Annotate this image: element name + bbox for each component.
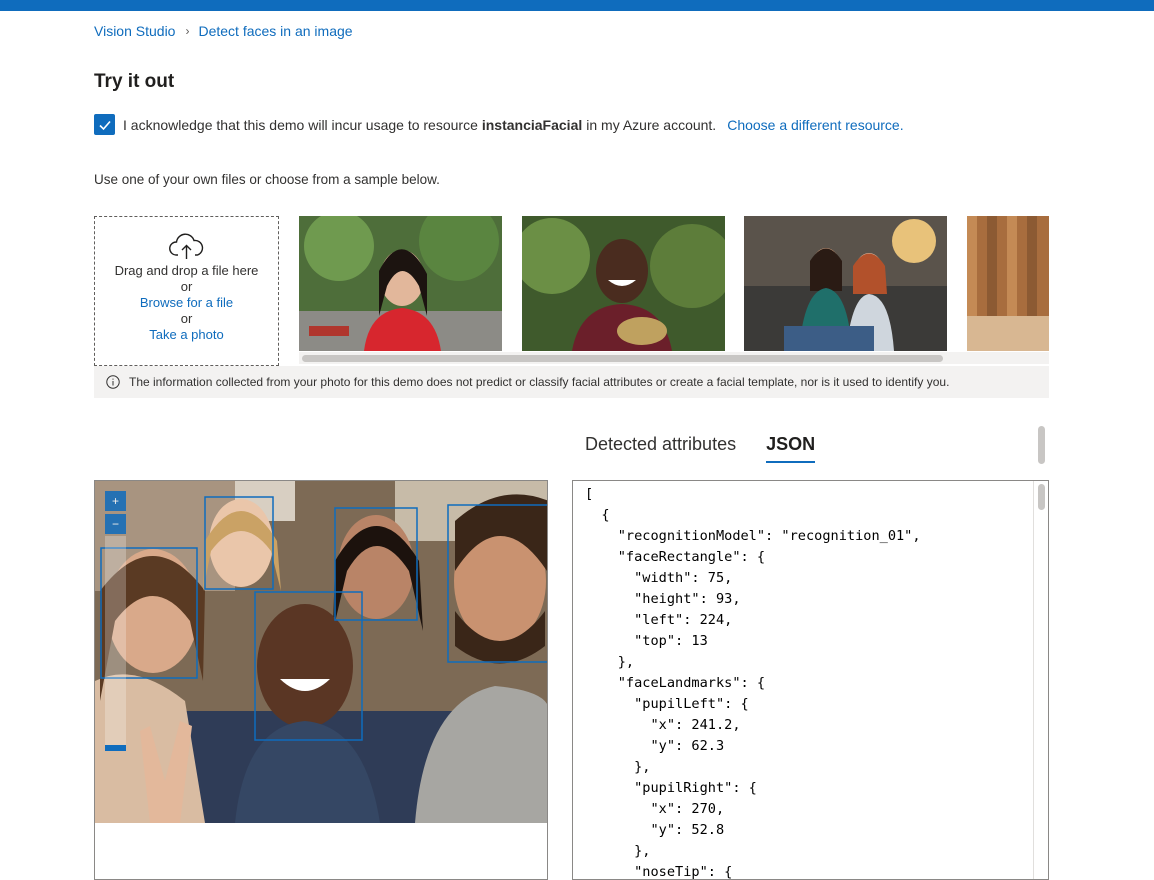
page-title: Try it out (94, 71, 175, 92)
json-scrollbar[interactable] (1033, 481, 1048, 879)
drag-drop-text: Drag and drop a file here (114, 263, 259, 278)
breadcrumb: Vision Studio › Detect faces in an image (94, 23, 353, 39)
or-text: or (180, 279, 193, 294)
gallery-scrollbar[interactable] (299, 352, 1049, 364)
info-icon (106, 375, 120, 389)
acknowledge-text-before: I acknowledge that this demo will incur … (123, 116, 478, 133)
resource-name: instanciaFacial (481, 116, 583, 133)
sample-image-2[interactable] (522, 216, 725, 351)
tab-detected-attributes[interactable]: Detected attributes (585, 434, 736, 463)
top-app-bar (0, 0, 1154, 11)
zoom-slider-handle[interactable] (105, 745, 126, 751)
json-output-panel: [ { "recognitionModel": "recognition_01"… (572, 480, 1049, 880)
zoom-in-button[interactable]: + (105, 491, 126, 511)
acknowledge-row: I acknowledge that this demo will incur … (94, 114, 904, 135)
json-scrollbar-thumb[interactable] (1038, 484, 1045, 510)
tab-json[interactable]: JSON (766, 434, 816, 463)
sample-image-3[interactable] (744, 216, 947, 351)
gallery-scrollbar-thumb[interactable] (302, 355, 943, 362)
analyzed-photo (95, 481, 547, 823)
chevron-right-icon: › (185, 24, 190, 38)
file-dropzone[interactable]: Drag and drop a file here or Browse for … (94, 216, 279, 366)
sample-gallery (299, 216, 1049, 351)
choose-resource-link[interactable]: Choose a different resource. (727, 117, 903, 133)
tabs-scrollbar-thumb[interactable] (1038, 426, 1045, 464)
tabs-scrollbar[interactable] (1034, 423, 1049, 467)
privacy-notice: The information collected from your phot… (94, 366, 1049, 398)
sample-image-4[interactable] (967, 216, 1049, 351)
acknowledge-text-after: in my Azure account. (586, 116, 717, 133)
acknowledge-checkbox[interactable] (94, 114, 115, 135)
breadcrumb-vision-studio[interactable]: Vision Studio (94, 23, 175, 39)
privacy-notice-text: The information collected from your phot… (129, 375, 950, 389)
or-text: or (180, 311, 193, 326)
zoom-slider[interactable] (105, 536, 126, 751)
zoom-out-button[interactable]: − (105, 514, 126, 534)
result-tabs: Detected attributes JSON (585, 434, 845, 463)
breadcrumb-detect-faces[interactable]: Detect faces in an image (198, 23, 352, 39)
upload-instruction: Use one of your own files or choose from… (94, 172, 440, 187)
take-photo-link[interactable]: Take a photo (95, 327, 278, 343)
cloud-upload-icon (95, 233, 278, 263)
analyzed-image-panel: + − (94, 480, 548, 880)
browse-file-link[interactable]: Browse for a file (95, 295, 278, 311)
json-output-code[interactable]: [ { "recognitionModel": "recognition_01"… (585, 484, 921, 879)
sample-image-1[interactable] (299, 216, 502, 351)
checkmark-icon (98, 120, 111, 130)
